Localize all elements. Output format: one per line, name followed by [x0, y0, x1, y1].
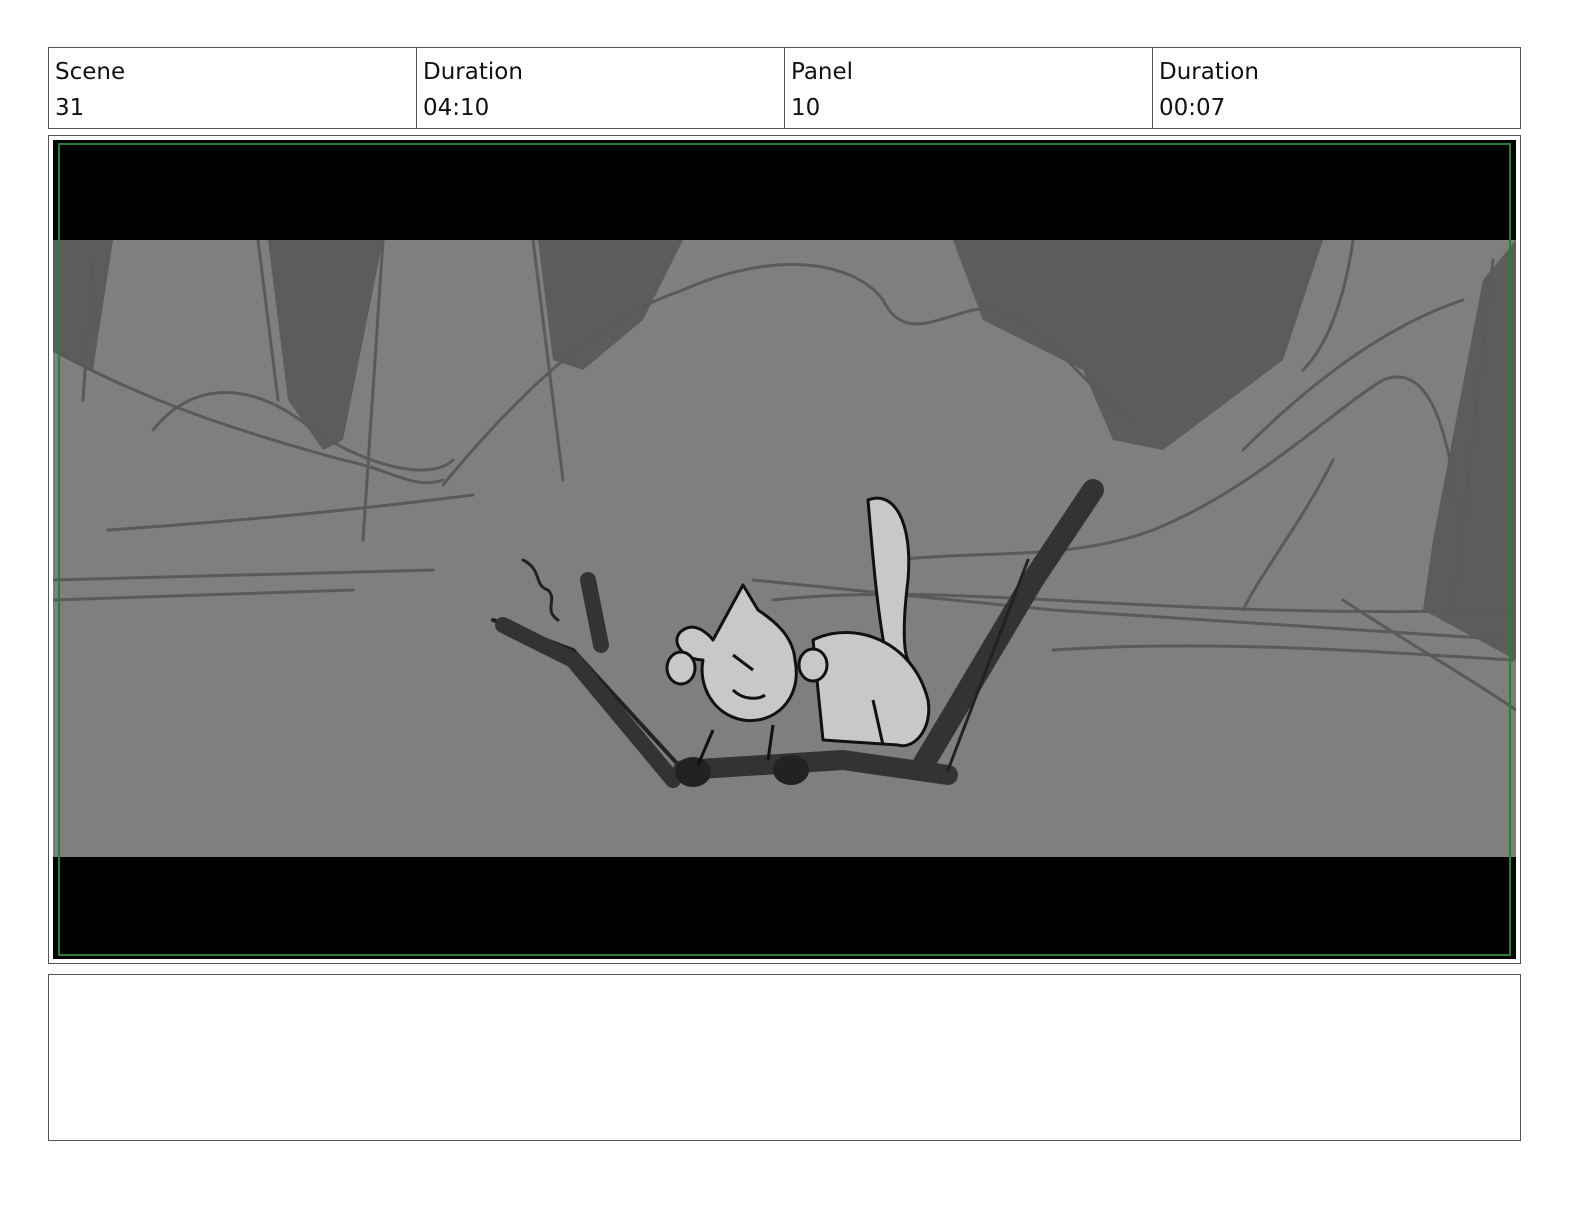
storyboard-sketch	[53, 140, 1516, 959]
panel-duration-cell: Duration 00:07	[1153, 48, 1520, 128]
scene-label: Scene	[55, 59, 126, 85]
panel-notes-box[interactable]	[48, 974, 1521, 1141]
panel-duration-value[interactable]: 00:07	[1159, 90, 1514, 126]
scene-duration-cell: Duration 04:10	[417, 48, 785, 128]
letterbox-bottom	[53, 857, 1516, 959]
panel-duration-label: Duration	[1159, 59, 1259, 85]
scene-value[interactable]: 31	[55, 90, 410, 126]
scene-duration-label: Duration	[423, 59, 523, 85]
panel-info-header: Scene 31 Duration 04:10 Panel 10 Duratio…	[48, 47, 1521, 129]
storyboard-panel-frame[interactable]	[48, 135, 1521, 964]
scene-cell: Scene 31	[49, 48, 417, 128]
panel-cell: Panel 10	[785, 48, 1153, 128]
panel-value[interactable]: 10	[791, 90, 1146, 126]
scene-duration-value[interactable]: 04:10	[423, 90, 778, 126]
letterbox-top	[53, 140, 1516, 240]
panel-label: Panel	[791, 59, 854, 85]
